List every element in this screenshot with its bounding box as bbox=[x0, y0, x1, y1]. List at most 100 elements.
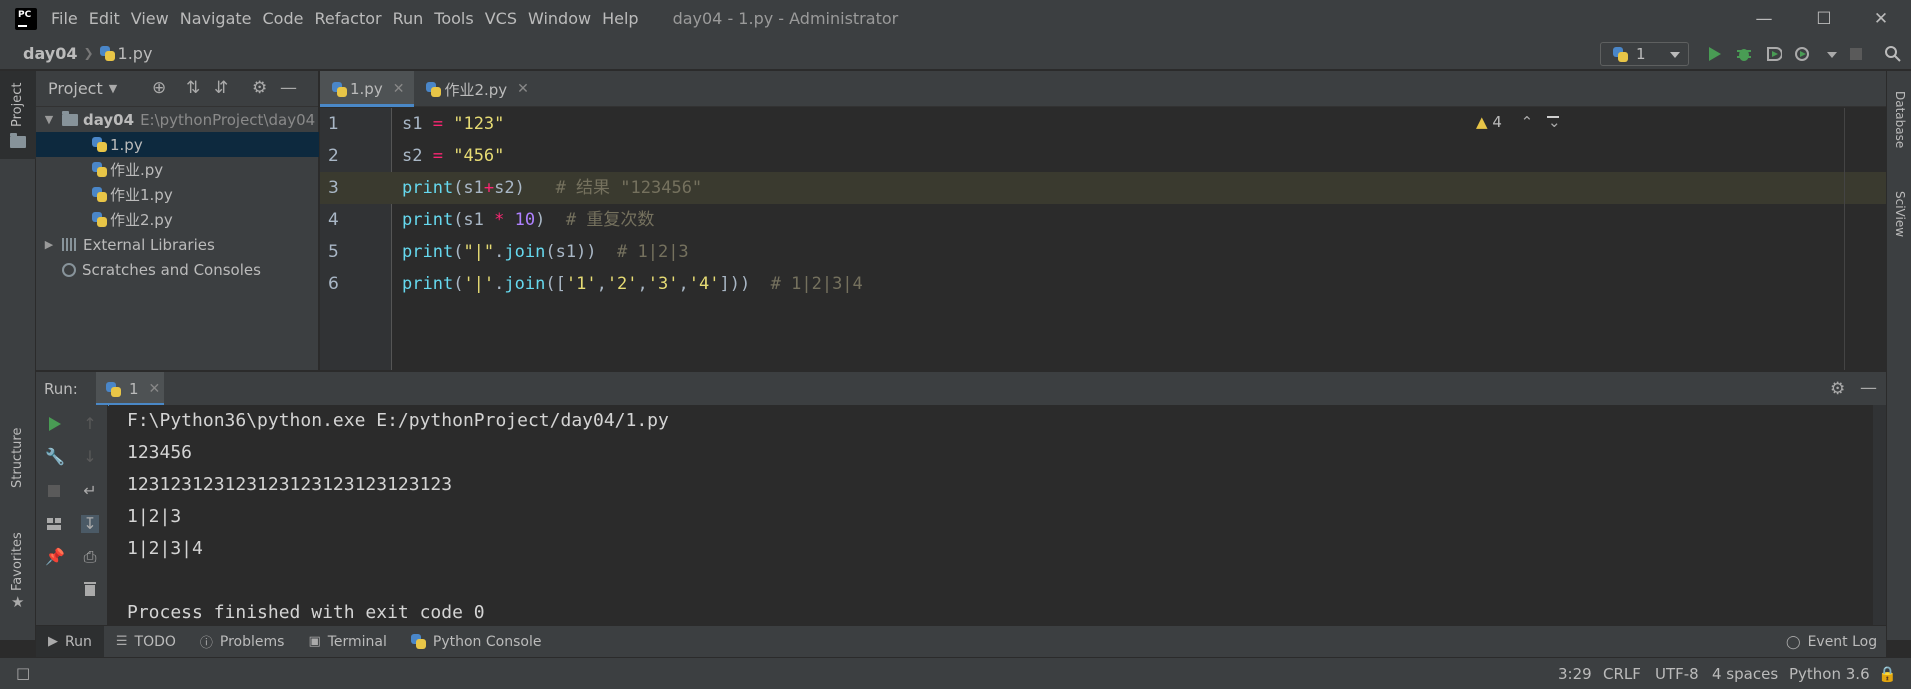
code-line-3: print(s1+s2) # 结果 "123456" bbox=[402, 178, 703, 198]
menu-run[interactable]: Run bbox=[393, 9, 424, 28]
event-log-label: Event Log bbox=[1807, 634, 1878, 650]
tree-item-file[interactable]: 1.py bbox=[36, 132, 319, 157]
event-log-button[interactable]: ◯ Event Log bbox=[1786, 626, 1877, 658]
python-file-icon bbox=[99, 45, 115, 61]
breadcrumb-project[interactable]: day04 bbox=[23, 44, 77, 63]
code-line-5: print("|".join(s1)) # 1|2|3 bbox=[402, 242, 689, 262]
run-tab[interactable]: 1 ✕ bbox=[96, 372, 164, 406]
problems-tool-button[interactable]: ⓘ Problems bbox=[188, 626, 297, 658]
hide-panel-icon[interactable]: — bbox=[280, 78, 297, 98]
previous-highlight-icon[interactable]: ⌃ bbox=[1521, 113, 1534, 131]
python-icon bbox=[1613, 46, 1628, 62]
tree-item-scratches[interactable]: Scratches and Consoles bbox=[36, 257, 319, 282]
info-icon: ⓘ bbox=[199, 636, 213, 651]
python-interpreter[interactable]: Python 3.6 bbox=[1789, 665, 1870, 683]
expand-all-icon[interactable]: ⇅ bbox=[186, 78, 200, 98]
more-run-options-icon[interactable] bbox=[1823, 45, 1841, 63]
trash-icon[interactable] bbox=[81, 580, 99, 598]
terminal-tool-button[interactable]: ▣ Terminal bbox=[296, 626, 398, 658]
caret-position[interactable]: 3:29 bbox=[1558, 665, 1592, 683]
run-icon[interactable] bbox=[1705, 45, 1723, 63]
tree-item-file[interactable]: 作业2.py bbox=[36, 207, 319, 232]
minimize-button[interactable]: — bbox=[1734, 0, 1794, 37]
debug-icon[interactable] bbox=[1735, 45, 1753, 63]
indent-setting[interactable]: 4 spaces bbox=[1712, 665, 1778, 683]
layout-icon[interactable] bbox=[45, 515, 63, 533]
python-icon bbox=[410, 634, 426, 649]
menu-file[interactable]: File bbox=[51, 9, 78, 28]
python-console-tool-button[interactable]: Python Console bbox=[399, 626, 554, 658]
maximize-button[interactable]: ☐ bbox=[1794, 0, 1854, 37]
gear-icon[interactable]: ⚙ bbox=[252, 78, 267, 98]
wrench-icon[interactable]: 🔧 bbox=[45, 448, 65, 466]
scrollbar-marker[interactable] bbox=[1547, 116, 1559, 118]
menu-refactor[interactable]: Refactor bbox=[314, 9, 381, 28]
search-icon[interactable] bbox=[1884, 45, 1902, 63]
tree-item-label: 作业.py bbox=[110, 161, 164, 179]
tree-item-file[interactable]: 作业.py bbox=[36, 157, 319, 182]
coverage-icon[interactable] bbox=[1764, 45, 1782, 63]
menu-window[interactable]: Window bbox=[528, 9, 591, 28]
console-line: 1|2|3 bbox=[127, 506, 182, 527]
close-icon[interactable]: ✕ bbox=[393, 81, 405, 97]
chevron-down-icon[interactable]: ▼ bbox=[109, 82, 117, 95]
run-tool-button[interactable]: ▶ Run bbox=[36, 625, 104, 658]
favorites-tool-button[interactable]: Favorites ★ bbox=[0, 521, 36, 611]
arrow-up-icon[interactable]: ↑ bbox=[81, 415, 99, 433]
close-icon[interactable]: ✕ bbox=[517, 81, 529, 97]
menu-tools[interactable]: Tools bbox=[434, 9, 473, 28]
menu-navigate[interactable]: Navigate bbox=[180, 9, 252, 28]
rerun-icon[interactable] bbox=[45, 415, 63, 433]
menu-help[interactable]: Help bbox=[602, 9, 638, 28]
todo-tool-button[interactable]: ☰ TODO bbox=[104, 626, 188, 658]
stop-icon[interactable] bbox=[1847, 45, 1865, 63]
tree-item-external-libraries[interactable]: ▶ External Libraries bbox=[36, 232, 319, 257]
soft-wrap-icon[interactable]: ↵ bbox=[81, 482, 99, 500]
tree-item-label: External Libraries bbox=[83, 235, 215, 254]
tab-1-py[interactable]: 1.py ✕ bbox=[320, 71, 415, 107]
profile-icon[interactable] bbox=[1793, 45, 1811, 63]
breadcrumb-file[interactable]: 1.py bbox=[118, 44, 153, 63]
arrow-down-icon[interactable]: ↓ bbox=[81, 448, 99, 466]
stop-icon[interactable] bbox=[45, 482, 63, 500]
console-scrollbar[interactable] bbox=[1873, 405, 1886, 625]
structure-tool-button[interactable]: Structure bbox=[0, 416, 36, 496]
code-editor[interactable]: 1 2 3 4 5 6 s1 = "123" s2 = "456" print(… bbox=[320, 108, 1886, 370]
menu-view[interactable]: View bbox=[131, 9, 169, 28]
tab-label: 1.py bbox=[350, 80, 383, 98]
scroll-to-end-icon[interactable]: ↧ bbox=[81, 515, 99, 533]
project-tool-button[interactable]: Project bbox=[0, 71, 36, 159]
pin-icon[interactable]: 📌 bbox=[45, 548, 65, 566]
run-window-header: Run: 1 ✕ ⚙ — bbox=[36, 371, 1886, 406]
menu-edit[interactable]: Edit bbox=[89, 9, 120, 28]
folder-icon bbox=[10, 133, 26, 148]
line-number: 6 bbox=[328, 274, 339, 294]
print-icon[interactable]: ⎙ bbox=[81, 548, 99, 566]
line-separator[interactable]: CRLF bbox=[1603, 665, 1641, 683]
code-line-6: print('|'.join(['1','2','3','4'])) # 1|2… bbox=[402, 274, 863, 294]
file-encoding[interactable]: UTF-8 bbox=[1655, 665, 1699, 683]
collapse-all-icon[interactable]: ⇵ bbox=[214, 78, 228, 98]
sciview-tool-label: SciView bbox=[1893, 191, 1907, 238]
database-tool-button[interactable]: Database bbox=[1887, 81, 1911, 161]
python-file-icon bbox=[92, 212, 107, 227]
locate-icon[interactable]: ⊕ bbox=[152, 78, 166, 98]
close-icon[interactable]: ✕ bbox=[149, 381, 161, 397]
menu-code[interactable]: Code bbox=[263, 9, 304, 28]
close-window-button[interactable]: ✕ bbox=[1851, 0, 1911, 37]
menu-vcs[interactable]: VCS bbox=[485, 9, 517, 28]
sciview-tool-button[interactable]: SciView bbox=[1887, 181, 1911, 261]
gear-icon[interactable]: ⚙ bbox=[1830, 379, 1845, 399]
console-output[interactable]: F:\Python36\python.exe E:/pythonProject/… bbox=[109, 405, 1886, 625]
hide-panel-icon[interactable]: — bbox=[1860, 378, 1877, 398]
toggle-tool-windows-icon[interactable]: □ bbox=[16, 664, 30, 682]
run-configuration-select[interactable]: 1 bbox=[1600, 42, 1689, 66]
project-view-selector[interactable]: Project bbox=[48, 79, 103, 98]
project-panel: Project ▼ ⊕ ⇅ ⇵ ⚙ — ▼ day04 E:\pythonPro… bbox=[36, 71, 319, 370]
tab-homework2-py[interactable]: 作业2.py ✕ bbox=[414, 71, 538, 107]
lock-icon[interactable]: 🔒 bbox=[1878, 665, 1897, 683]
tree-item-file[interactable]: 作业1.py bbox=[36, 182, 319, 207]
tree-item-project-root[interactable]: ▼ day04 E:\pythonProject\day04 bbox=[36, 107, 319, 132]
folder-icon bbox=[62, 110, 78, 126]
tree-item-label: 作业1.py bbox=[110, 186, 173, 204]
